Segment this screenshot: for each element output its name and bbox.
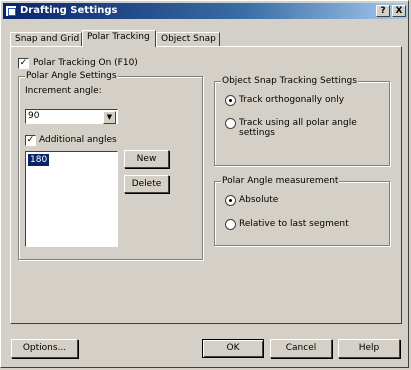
track-all-polar-label: Track using all polar angle settings	[239, 118, 357, 138]
tab-polar-tracking[interactable]: Polar Tracking	[82, 30, 156, 47]
polar-angle-measurement-label: Polar Angle measurement	[221, 176, 340, 186]
tab-object-snap[interactable]: Object Snap	[156, 32, 220, 46]
additional-angles-list[interactable]: 180	[25, 151, 118, 247]
new-angle-button[interactable]: New	[124, 150, 169, 168]
polar-angle-measurement-group: Polar Angle measurement Absolute Relativ…	[214, 176, 390, 246]
delete-angle-button[interactable]: Delete	[124, 175, 169, 193]
increment-angle-label: Increment angle:	[25, 86, 102, 96]
object-snap-tracking-label: Object Snap Tracking Settings	[221, 76, 358, 86]
absolute-label: Absolute	[239, 195, 279, 205]
chevron-down-icon[interactable]: ▼	[103, 111, 116, 124]
increment-angle-value: 90	[28, 111, 40, 121]
ok-button[interactable]: OK	[202, 339, 264, 358]
relative-label: Relative to last segment	[239, 219, 349, 229]
track-orthogonally-label: Track orthogonally only	[239, 95, 345, 105]
options-button[interactable]: Options...	[11, 339, 78, 358]
help-title-button[interactable]: ?	[376, 5, 390, 17]
app-icon	[5, 5, 17, 17]
title-bar: Drafting Settings ? X	[3, 3, 408, 19]
polar-angle-settings-label: Polar Angle Settings	[25, 71, 118, 81]
drafting-settings-dialog: Drafting Settings ? X Snap and Grid Pola…	[0, 0, 409, 368]
tab-snap-and-grid[interactable]: Snap and Grid	[10, 32, 82, 46]
absolute-radio[interactable]	[225, 195, 236, 206]
polar-tracking-checkbox[interactable]: ✓	[18, 58, 29, 69]
object-snap-tracking-group: Object Snap Tracking Settings Track orth…	[214, 76, 390, 166]
window-title: Drafting Settings	[20, 5, 118, 16]
additional-angles-label: Additional angles	[39, 135, 117, 145]
additional-angles-checkbox[interactable]: ✓	[25, 135, 36, 146]
list-item[interactable]: 180	[28, 154, 50, 166]
cancel-button[interactable]: Cancel	[270, 339, 332, 358]
track-orthogonally-radio[interactable]	[225, 95, 236, 106]
polar-tracking-label: Polar Tracking On (F10)	[33, 58, 138, 68]
track-all-polar-radio[interactable]	[225, 118, 236, 129]
polar-angle-settings-group: Polar Angle Settings Increment angle: 90…	[18, 71, 203, 260]
polar-tracking-panel: ✓ Polar Tracking On (F10) Polar Angle Se…	[10, 46, 402, 324]
close-button[interactable]: X	[392, 5, 406, 17]
help-button[interactable]: Help	[338, 339, 400, 358]
relative-radio[interactable]	[225, 219, 236, 230]
increment-angle-combo[interactable]: 90 ▼	[25, 109, 118, 124]
